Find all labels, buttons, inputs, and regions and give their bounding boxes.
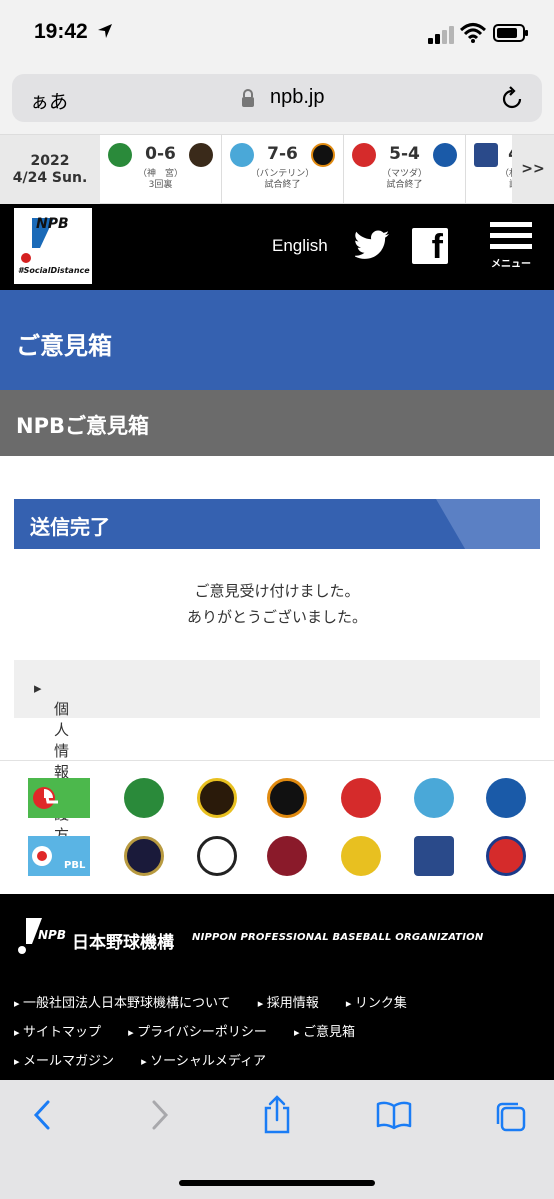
central-league-logo-icon[interactable]	[28, 778, 90, 818]
sent-heading-bar: 送信完了	[14, 499, 540, 549]
game-venue: （バンテリン） 試合終了	[250, 169, 315, 190]
footer-link-sitemap[interactable]: サイトマップ	[14, 1021, 101, 1040]
divider	[0, 760, 554, 761]
giants-logo-icon[interactable]	[267, 778, 307, 818]
lock-icon	[240, 88, 256, 112]
footer-org-jp: 日本野球機構	[72, 933, 174, 953]
footer-link-social-media[interactable]: ソーシャルメディア	[141, 1050, 266, 1069]
twitter-icon[interactable]	[353, 230, 391, 266]
game-score: 0-6	[145, 144, 176, 164]
score-date-year: 2022	[30, 153, 70, 169]
swallows-logo-icon[interactable]	[124, 778, 164, 818]
tabs-icon[interactable]	[494, 1100, 528, 1138]
footer-links: 一般社団法人日本野球機構について 採用情報 リンク集 サイトマップ プライバシー…	[14, 992, 544, 1079]
site-footer: NPB 日本野球機構 NIPPON PROFESSIONAL BASEBALL …	[0, 894, 554, 1080]
privacy-policy-link[interactable]: ▸ 個人情報保護方針	[14, 660, 540, 865]
footer-link-privacy[interactable]: プライバシーポリシー	[128, 1021, 267, 1040]
confirmation-message: ご意見受け付けました。 ありがとうございました。	[0, 578, 554, 630]
location-arrow-icon	[96, 22, 114, 44]
english-link[interactable]: English	[272, 236, 328, 256]
game-score: 7-6	[267, 144, 298, 164]
game-score: 5-4	[389, 144, 420, 164]
marines-logo-icon[interactable]	[197, 836, 237, 876]
tigers-logo-icon[interactable]	[197, 778, 237, 818]
svg-text:PBL: PBL	[64, 860, 86, 871]
reader-options-button[interactable]: ぁあ	[30, 87, 68, 114]
npb-logo[interactable]: NPB #SocialDistance	[14, 208, 92, 284]
score-strip: 2022 4/24 Sun. 0-6 （神 宮） 3回裏 7-6 （バンテリン）…	[0, 134, 554, 205]
baystars-logo-icon[interactable]	[486, 778, 526, 818]
menu-button[interactable]: メニュー	[490, 222, 532, 270]
status-bar: 19:42	[0, 0, 554, 70]
back-chevron-icon[interactable]	[30, 1098, 54, 1136]
share-icon[interactable]	[262, 1094, 292, 1138]
pacific-league-logo-icon[interactable]: PBL	[28, 836, 90, 876]
facebook-icon[interactable]: f	[412, 228, 448, 266]
browser-address-area: ぁあ npb.jp	[0, 70, 554, 134]
forward-chevron-icon[interactable]	[148, 1098, 172, 1136]
wifi-icon	[459, 22, 487, 48]
privacy-policy-label: ▸ 個人情報保護方針	[34, 679, 70, 865]
confirmation-line-2: ありがとうございました。	[186, 608, 367, 626]
footer-org-en: NIPPON PROFESSIONAL BASEBALL ORGANIZATIO…	[192, 932, 484, 943]
lions-logo-icon[interactable]	[486, 836, 526, 876]
score-date: 2022 4/24 Sun.	[0, 135, 100, 205]
eagles-logo-icon[interactable]	[267, 836, 307, 876]
game-card[interactable]: 5-4 （マツダ） 試合終了	[344, 135, 466, 205]
team-logo-grid: PBL	[0, 770, 554, 894]
home-indicator	[179, 1180, 375, 1186]
battery-icon	[493, 24, 528, 42]
page-title: ご意見箱	[16, 332, 112, 360]
npb-logo-text: NPB	[36, 216, 69, 232]
site-header: NPB #SocialDistance English f メニュー	[0, 204, 554, 290]
menu-label: メニュー	[491, 259, 531, 270]
page-title-band: ご意見箱	[0, 290, 554, 390]
reload-icon[interactable]	[500, 85, 524, 115]
footer-link-links[interactable]: リンク集	[346, 992, 407, 1011]
footer-link-recruit[interactable]: 採用情報	[258, 992, 319, 1011]
game-venue: （札 試	[499, 169, 512, 190]
bookmarks-icon[interactable]	[376, 1100, 412, 1134]
hawks-logo-icon[interactable]	[341, 836, 381, 876]
social-distance-tag: #SocialDistance	[18, 266, 90, 275]
score-date-day: 4/24 Sun.	[12, 170, 88, 186]
carp-logo-icon[interactable]	[341, 778, 381, 818]
game-card[interactable]: 0-6 （神 宮） 3回裏	[100, 135, 222, 205]
page-subtitle-band: NPBご意見箱	[0, 390, 554, 456]
heading-stripe	[436, 499, 540, 549]
scores-next-button[interactable]: >>	[512, 135, 554, 205]
dragons-logo-icon[interactable]	[414, 778, 454, 818]
footer-link-mail-magazine[interactable]: メールマガジン	[14, 1050, 114, 1069]
game-venue: （マツダ） 試合終了	[381, 169, 427, 190]
sent-heading: 送信完了	[30, 515, 110, 539]
url-text[interactable]: npb.jp	[270, 86, 325, 109]
footer-link-feedback[interactable]: ご意見箱	[294, 1021, 355, 1040]
confirmation-line-1: ご意見受け付けました。	[194, 582, 360, 600]
footer-npb-mark: NPB	[38, 928, 66, 942]
buffaloes-logo-icon[interactable]	[124, 836, 164, 876]
cellular-signal-icon	[428, 26, 456, 44]
status-time: 19:42	[34, 20, 88, 43]
game-card[interactable]: 4 （札 試	[466, 135, 512, 205]
footer-link-about[interactable]: 一般社団法人日本野球機構について	[14, 992, 231, 1011]
fighters-logo-icon[interactable]	[414, 836, 454, 876]
address-bar[interactable]: ぁあ npb.jp	[12, 74, 542, 122]
game-score: 4	[474, 144, 512, 164]
page-subtitle: NPBご意見箱	[16, 414, 149, 438]
game-venue: （神 宮） 3回裏	[137, 169, 183, 190]
game-card[interactable]: 7-6 （バンテリン） 試合終了	[222, 135, 344, 205]
